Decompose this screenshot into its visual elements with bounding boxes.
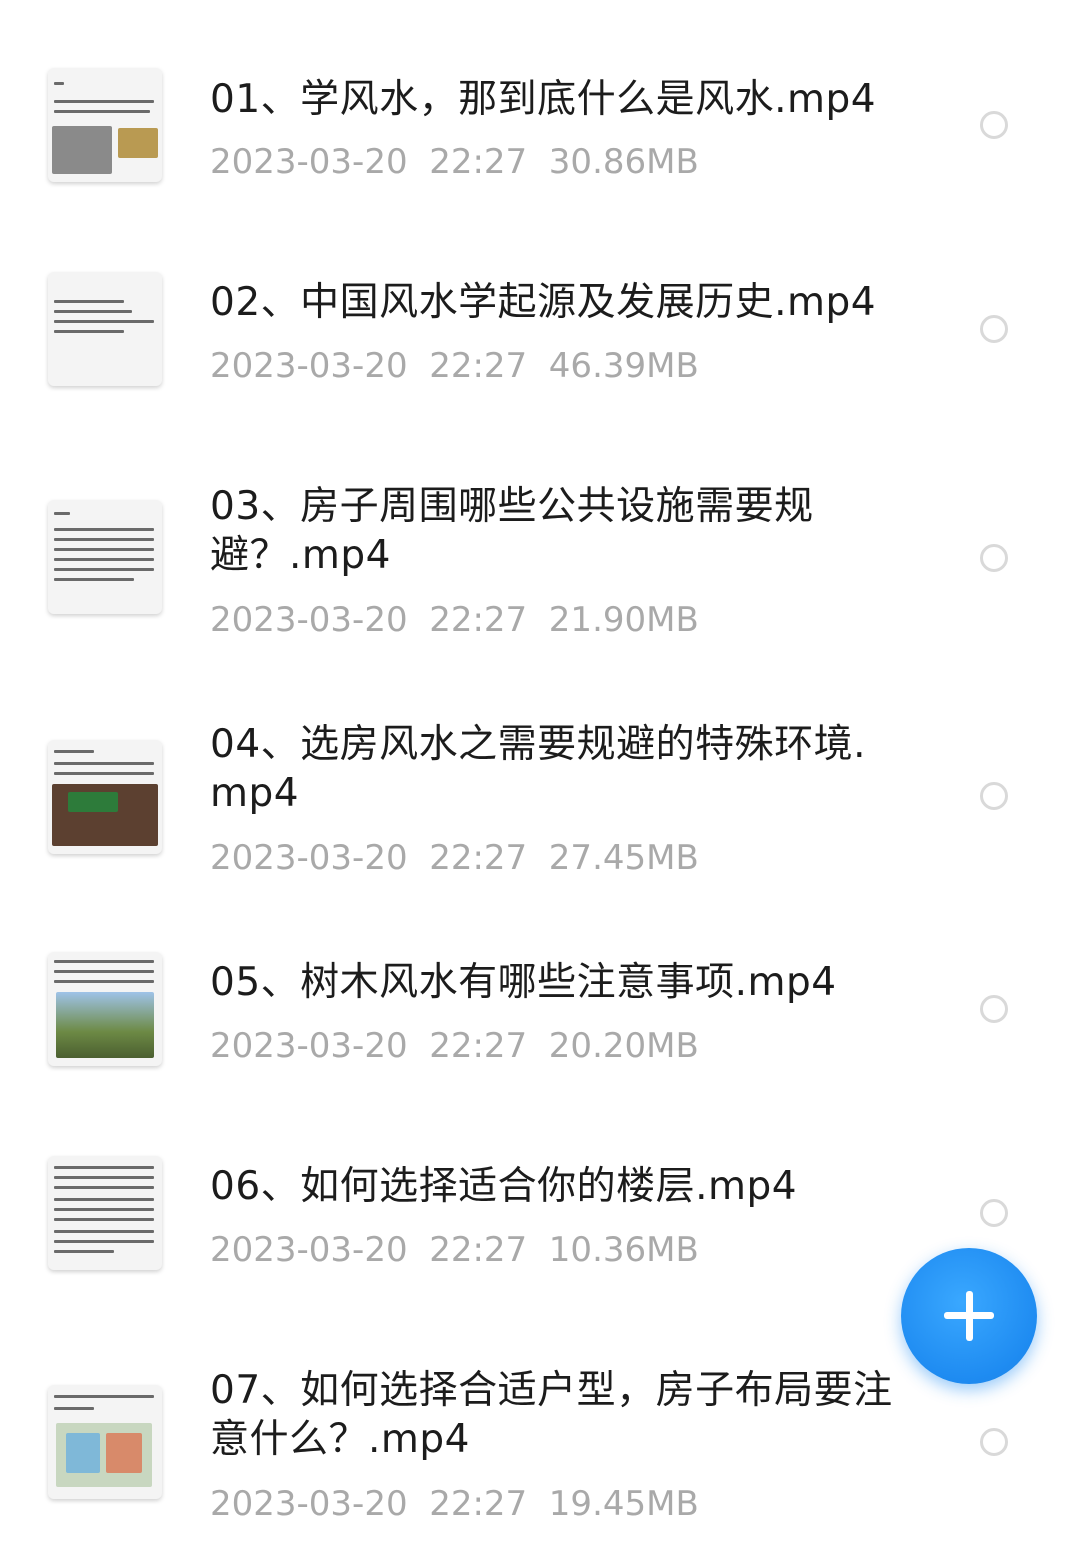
video-thumbnail-icon <box>48 1156 162 1270</box>
list-item[interactable]: 03、房子周围哪些公共设施需要规避？.mp4 2023-03-20 22:27 … <box>0 450 1080 690</box>
video-thumbnail-icon <box>48 1385 162 1499</box>
file-meta: 2023-03-20 22:27 27.45MB <box>210 838 699 878</box>
file-meta: 2023-03-20 22:27 30.86MB <box>210 142 699 182</box>
add-button[interactable] <box>901 1248 1037 1384</box>
file-meta: 2023-03-20 22:27 46.39MB <box>210 346 699 386</box>
list-item[interactable]: 07、如何选择合适户型，房子布局要注意什么？.mp4 2023-03-20 22… <box>0 1350 1080 1553</box>
file-meta: 2023-03-20 22:27 19.45MB <box>210 1484 699 1524</box>
file-name: 03、房子周围哪些公共设施需要规避？.mp4 <box>210 484 814 578</box>
select-radio[interactable] <box>980 544 1008 572</box>
file-meta: 2023-03-20 22:27 21.90MB <box>210 600 699 640</box>
file-name: 02、中国风水学起源及发展历史.mp4 <box>210 280 877 325</box>
list-item[interactable]: 01、学风水，那到底什么是风水.mp4 2023-03-20 22:27 30.… <box>0 0 1080 230</box>
video-thumbnail-icon <box>48 272 162 386</box>
video-thumbnail-icon <box>48 500 162 614</box>
select-radio[interactable] <box>980 111 1008 139</box>
select-radio[interactable] <box>980 315 1008 343</box>
file-name: 01、学风水，那到底什么是风水.mp4 <box>210 77 877 122</box>
video-thumbnail-icon <box>48 740 162 854</box>
file-name: 06、如何选择适合你的楼层.mp4 <box>210 1164 798 1209</box>
select-radio[interactable] <box>980 1199 1008 1227</box>
list-item[interactable]: 05、树木风水有哪些注意事项.mp4 2023-03-20 22:27 20.2… <box>0 930 1080 1140</box>
file-meta: 2023-03-20 22:27 10.36MB <box>210 1230 699 1270</box>
select-radio[interactable] <box>980 1428 1008 1456</box>
file-meta: 2023-03-20 22:27 20.20MB <box>210 1026 699 1066</box>
video-thumbnail-icon <box>48 952 162 1066</box>
file-name: 07、如何选择合适户型，房子布局要注意什么？.mp4 <box>210 1368 893 1462</box>
list-item[interactable]: 04、选房风水之需要规避的特殊环境.mp4 2023-03-20 22:27 2… <box>0 690 1080 930</box>
video-thumbnail-icon <box>48 68 162 182</box>
list-item[interactable]: 02、中国风水学起源及发展历史.mp4 2023-03-20 22:27 46.… <box>0 230 1080 450</box>
select-radio[interactable] <box>980 782 1008 810</box>
file-name: 05、树木风水有哪些注意事项.mp4 <box>210 960 837 1005</box>
file-name: 04、选房风水之需要规避的特殊环境.mp4 <box>210 722 867 816</box>
select-radio[interactable] <box>980 995 1008 1023</box>
